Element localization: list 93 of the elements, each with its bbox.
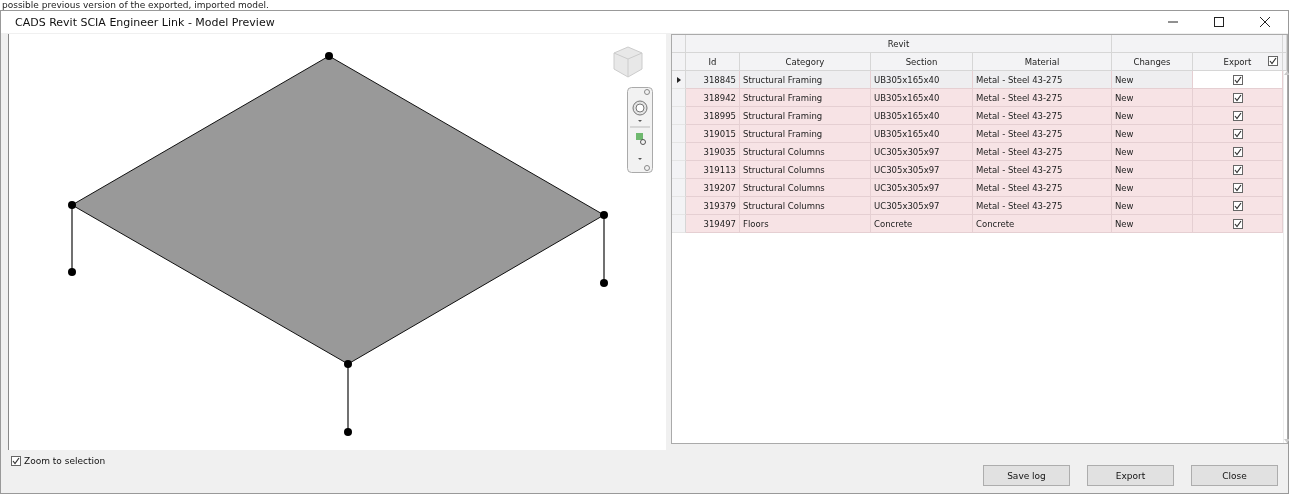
column-header[interactable]: Changes: [1112, 53, 1193, 71]
table-cell: 319207: [686, 179, 740, 197]
row-pointer-icon: [676, 76, 681, 83]
table-cell: New: [1112, 89, 1193, 107]
table-cell: UC305x305x97: [871, 161, 973, 179]
checkbox[interactable]: [1232, 128, 1243, 139]
table-cell: UC305x305x97: [871, 179, 973, 197]
row-header-cell[interactable]: [672, 161, 686, 179]
table-cell: UC305x305x97: [871, 143, 973, 161]
table-cell: 318942: [686, 89, 740, 107]
table-cell: 318995: [686, 107, 740, 125]
maximize-icon: [1214, 17, 1224, 27]
table-cell: New: [1112, 197, 1193, 215]
table-cell: Structural Framing: [740, 71, 871, 89]
table-cell: Metal - Steel 43-275: [973, 161, 1112, 179]
table-cell: Structural Framing: [740, 89, 871, 107]
row-header-cell[interactable]: [672, 89, 686, 107]
page-caption: possible previous version of the exported, imported model.: [1, 0, 270, 10]
checkbox[interactable]: [1232, 218, 1243, 229]
table-cell: New: [1112, 179, 1193, 197]
table-cell: 318845: [686, 71, 740, 89]
table-cell: New: [1112, 125, 1193, 143]
table-cell: UB305x165x40: [871, 89, 973, 107]
table-cell: Metal - Steel 43-275: [973, 107, 1112, 125]
table-cell: Structural Columns: [740, 197, 871, 215]
table-cell: New: [1112, 143, 1193, 161]
table-row[interactable]: 319035 Structural Columns UC305x305x97 Metal - Steel 43-275 New: [672, 143, 1283, 161]
table-row[interactable]: 318845 Structural Framing UB305x165x40 Metal - Steel 43-275 New: [672, 71, 1283, 89]
column-header[interactable]: Material: [973, 53, 1112, 71]
table-cell: UB305x165x40: [871, 125, 973, 143]
table-cell: Metal - Steel 43-275: [973, 125, 1112, 143]
table-cell: New: [1112, 107, 1193, 125]
checkbox-label: Zoom to selection: [24, 456, 106, 466]
table-cell: Structural Columns: [740, 161, 871, 179]
table-cell: Metal - Steel 43-275: [973, 143, 1112, 161]
row-header-cell[interactable]: [672, 179, 686, 197]
view-cube-icon[interactable]: [611, 45, 645, 79]
dialog-button[interactable]: Save log: [983, 465, 1070, 486]
table-cell: Metal - Steel 43-275: [973, 179, 1112, 197]
table-cell: New: [1112, 161, 1193, 179]
checkbox[interactable]: [1232, 200, 1243, 211]
table-cell: New: [1112, 71, 1193, 89]
table-cell: Structural Columns: [740, 143, 871, 161]
checkbox[interactable]: [1232, 92, 1243, 103]
checkbox[interactable]: [11, 456, 21, 466]
window-title: CADS Revit SCIA Engineer Link - Model Preview: [15, 15, 276, 29]
row-header-cell[interactable]: [672, 143, 686, 161]
table-cell: UB305x165x40: [871, 71, 973, 89]
table-cell: 319035: [686, 143, 740, 161]
table-cell: 319113: [686, 161, 740, 179]
row-header-cell[interactable]: [672, 197, 686, 215]
table-row[interactable]: 319497 Floors Concrete Concrete New: [672, 215, 1283, 233]
navigation-bar-icon[interactable]: [627, 87, 653, 173]
table-cell: Metal - Steel 43-275: [973, 71, 1112, 89]
table-row[interactable]: 318942 Structural Framing UB305x165x40 Metal - Steel 43-275 New: [672, 89, 1283, 107]
table-cell: 319015: [686, 125, 740, 143]
select-all-checkbox[interactable]: [1268, 56, 1278, 66]
checkbox[interactable]: [1232, 146, 1243, 157]
table-cell: Structural Framing: [740, 107, 871, 125]
table-cell: New: [1112, 215, 1193, 233]
table-cell: UB305x165x40: [871, 107, 973, 125]
model-viewport[interactable]: [8, 34, 666, 450]
checkbox[interactable]: [1232, 74, 1243, 85]
table-row[interactable]: 319379 Structural Columns UC305x305x97 Metal - Steel 43-275 New: [672, 197, 1283, 215]
column-header[interactable]: Category: [740, 53, 871, 71]
table-row[interactable]: 319207 Structural Columns UC305x305x97 Metal - Steel 43-275 New: [672, 179, 1283, 197]
table-cell: 319497: [686, 215, 740, 233]
dialog-button[interactable]: Export: [1087, 465, 1174, 486]
column-header[interactable]: Section: [871, 53, 973, 71]
table-row[interactable]: 319113 Structural Columns UC305x305x97 Metal - Steel 43-275 New: [672, 161, 1283, 179]
table-row[interactable]: 319015 Structural Framing UB305x165x40 Metal - Steel 43-275 New: [672, 125, 1283, 143]
table-row[interactable]: 318995 Structural Framing UB305x165x40 Metal - Steel 43-275 New: [672, 107, 1283, 125]
column-header[interactable]: Id: [686, 53, 740, 71]
checkbox[interactable]: [1232, 164, 1243, 175]
column-header[interactable]: Export: [1193, 53, 1283, 71]
dialog-button[interactable]: Close: [1191, 465, 1278, 486]
table-cell: Concrete: [973, 215, 1112, 233]
row-header-cell[interactable]: [672, 107, 686, 125]
column-group-header: Revit: [686, 35, 1112, 53]
table-cell: Concrete: [871, 215, 973, 233]
table-cell: Metal - Steel 43-275: [973, 197, 1112, 215]
row-header-cell[interactable]: [672, 71, 686, 89]
table-cell: Metal - Steel 43-275: [973, 89, 1112, 107]
table-cell: Structural Framing: [740, 125, 871, 143]
row-header-cell[interactable]: [672, 215, 686, 233]
table-cell: UC305x305x97: [871, 197, 973, 215]
checkbox[interactable]: [1232, 182, 1243, 193]
close-icon: [1260, 17, 1270, 27]
table-cell: Floors: [740, 215, 871, 233]
table-cell: Structural Columns: [740, 179, 871, 197]
table-cell: 319379: [686, 197, 740, 215]
row-header-cell[interactable]: [672, 125, 686, 143]
checkbox[interactable]: [1232, 110, 1243, 121]
